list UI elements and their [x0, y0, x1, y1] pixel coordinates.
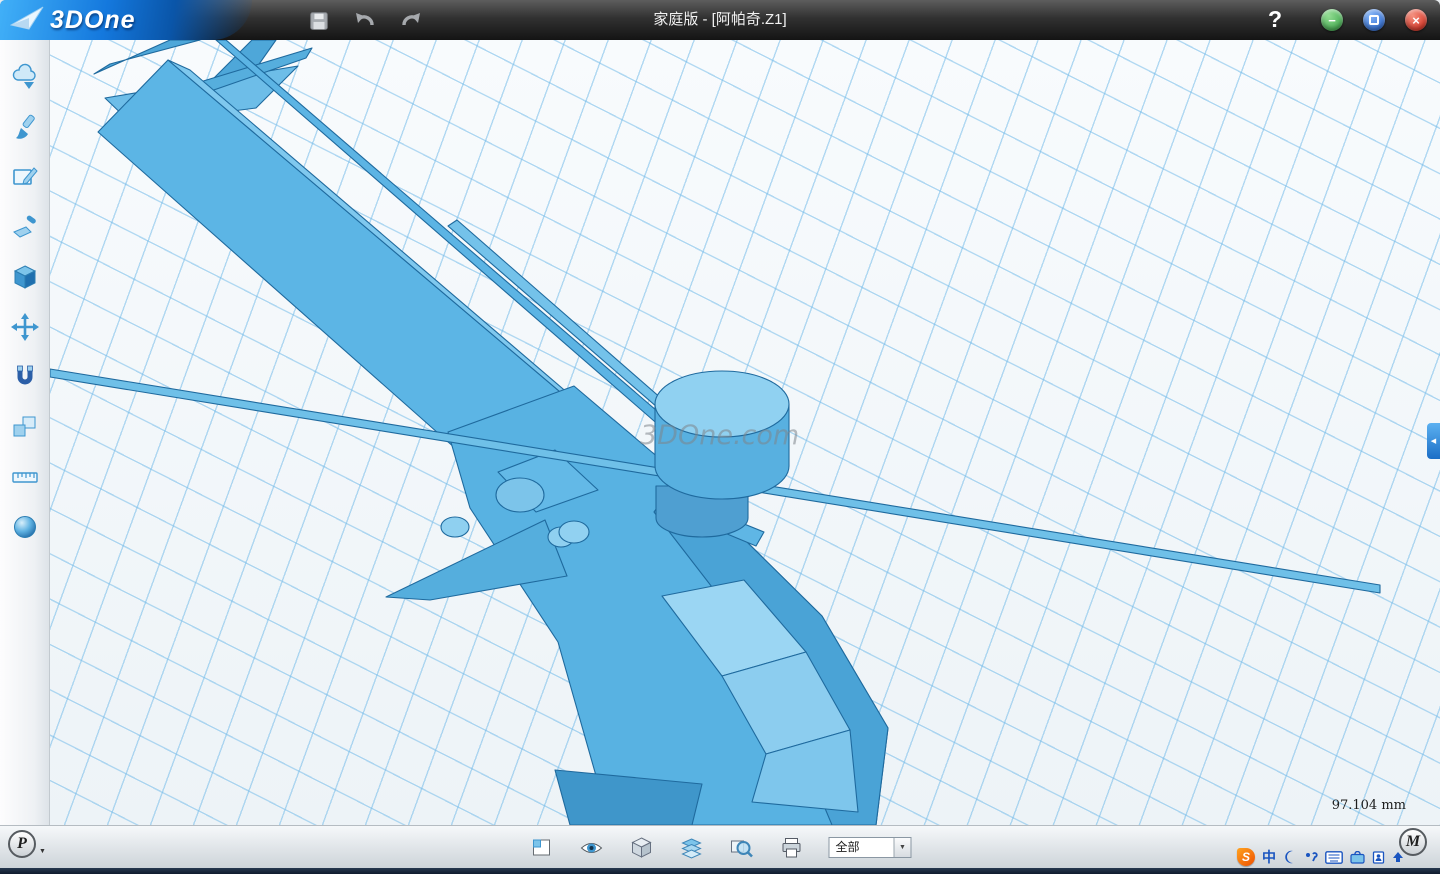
ime-clipboard-button[interactable] [1372, 850, 1385, 864]
minimize-button[interactable]: − [1321, 9, 1343, 31]
viewport-canvas[interactable]: 3DOne.com 97.104 mm ◀ [50, 40, 1440, 825]
view-tools: 全部 ▼ [529, 826, 912, 869]
measure-tool[interactable] [10, 462, 40, 492]
filter-value: 全部 [830, 838, 894, 857]
assembly-icon [11, 413, 39, 441]
up-arrow-icon [1392, 851, 1404, 863]
assembly-tool[interactable] [10, 412, 40, 442]
paint-tool[interactable] [10, 112, 40, 142]
clipboard-icon [1372, 850, 1385, 864]
save-icon [308, 10, 330, 32]
moon-icon [1283, 850, 1297, 864]
feature-tool[interactable] [10, 262, 40, 292]
left-toolbar [0, 40, 50, 825]
undo-button[interactable] [352, 8, 378, 34]
paper-plane-icon [10, 5, 44, 36]
ime-punctuation-button[interactable] [1304, 850, 1318, 864]
helicopter-model: 3DOne.com [50, 40, 1440, 825]
ime-toolbox-button[interactable] [1350, 851, 1365, 864]
bottom-toolbar: P ▼ [0, 825, 1440, 868]
minimize-icon: − [1328, 13, 1336, 28]
chevron-down-icon: ▼ [899, 844, 906, 851]
restore-icon [1369, 15, 1379, 25]
toolbox-icon [1350, 851, 1365, 864]
constraint-tool[interactable] [10, 362, 40, 392]
deform-icon [11, 213, 39, 241]
sketch-tool[interactable] [10, 162, 40, 192]
magnet-icon [11, 363, 39, 391]
sogou-input-button[interactable]: S [1237, 848, 1255, 866]
material-tool[interactable] [10, 512, 40, 542]
help-button[interactable]: ? [1268, 6, 1282, 33]
eye-icon [580, 836, 604, 860]
material-sphere-icon [11, 513, 39, 541]
viewport-watermark: 3DOne.com [640, 420, 799, 451]
ime-expand-button[interactable] [1392, 851, 1404, 863]
move-icon [11, 313, 39, 341]
undo-icon [353, 10, 377, 32]
filter-select[interactable]: 全部 ▼ [829, 837, 912, 858]
view-orientation-button[interactable] [629, 835, 655, 861]
ime-fullwidth-button[interactable] [1283, 850, 1297, 864]
document-actions [306, 8, 424, 34]
zoom-window-icon [730, 836, 754, 860]
sketch-icon [11, 163, 39, 191]
punctuation-icon [1304, 850, 1318, 864]
window-bottom-edge [0, 868, 1440, 874]
shape-library-icon [11, 63, 39, 91]
3done-app: 3DOne [0, 0, 1440, 874]
keyboard-icon [1325, 851, 1343, 864]
display-layers-icon [680, 836, 704, 860]
print-icon [780, 836, 804, 860]
close-icon: × [1412, 13, 1420, 28]
app-logo: 3DOne [0, 0, 252, 40]
mode-button[interactable]: M [1399, 828, 1427, 856]
print-button[interactable] [779, 835, 805, 861]
chevron-left-icon: ◀ [1431, 437, 1436, 445]
datum-plane-icon [530, 836, 554, 860]
paint-icon [11, 113, 39, 141]
save-button[interactable] [306, 8, 332, 34]
collapse-panel-tab[interactable]: ◀ [1427, 423, 1440, 459]
maximize-button[interactable] [1363, 9, 1385, 31]
deform-tool[interactable] [10, 212, 40, 242]
visibility-button[interactable] [579, 835, 605, 861]
shape-library-tool[interactable] [10, 62, 40, 92]
pattern-button-group: P ▼ [8, 830, 46, 858]
close-button[interactable]: × [1405, 9, 1427, 31]
view-cube-icon [630, 836, 654, 860]
redo-icon [399, 10, 423, 32]
pattern-dropdown-caret[interactable]: ▼ [39, 848, 46, 858]
datum-plane-button[interactable] [529, 835, 555, 861]
move-tool[interactable] [10, 312, 40, 342]
filter-dropdown-button[interactable]: ▼ [894, 838, 911, 857]
window-controls: − × [1321, 9, 1427, 31]
display-mode-button[interactable] [679, 835, 705, 861]
ime-language-button[interactable]: 中 [1262, 847, 1276, 867]
feature-cube-icon [11, 263, 39, 291]
brand-text: 3DOne [50, 6, 136, 35]
titlebar: 3DOne [0, 0, 1440, 40]
ime-keyboard-button[interactable] [1325, 851, 1343, 864]
ime-tray: S 中 [1237, 847, 1404, 867]
pattern-button[interactable]: P [8, 830, 36, 858]
measure-icon [11, 463, 39, 491]
zoom-window-button[interactable] [729, 835, 755, 861]
redo-button[interactable] [398, 8, 424, 34]
coordinate-readout: 97.104 mm [1332, 798, 1406, 813]
